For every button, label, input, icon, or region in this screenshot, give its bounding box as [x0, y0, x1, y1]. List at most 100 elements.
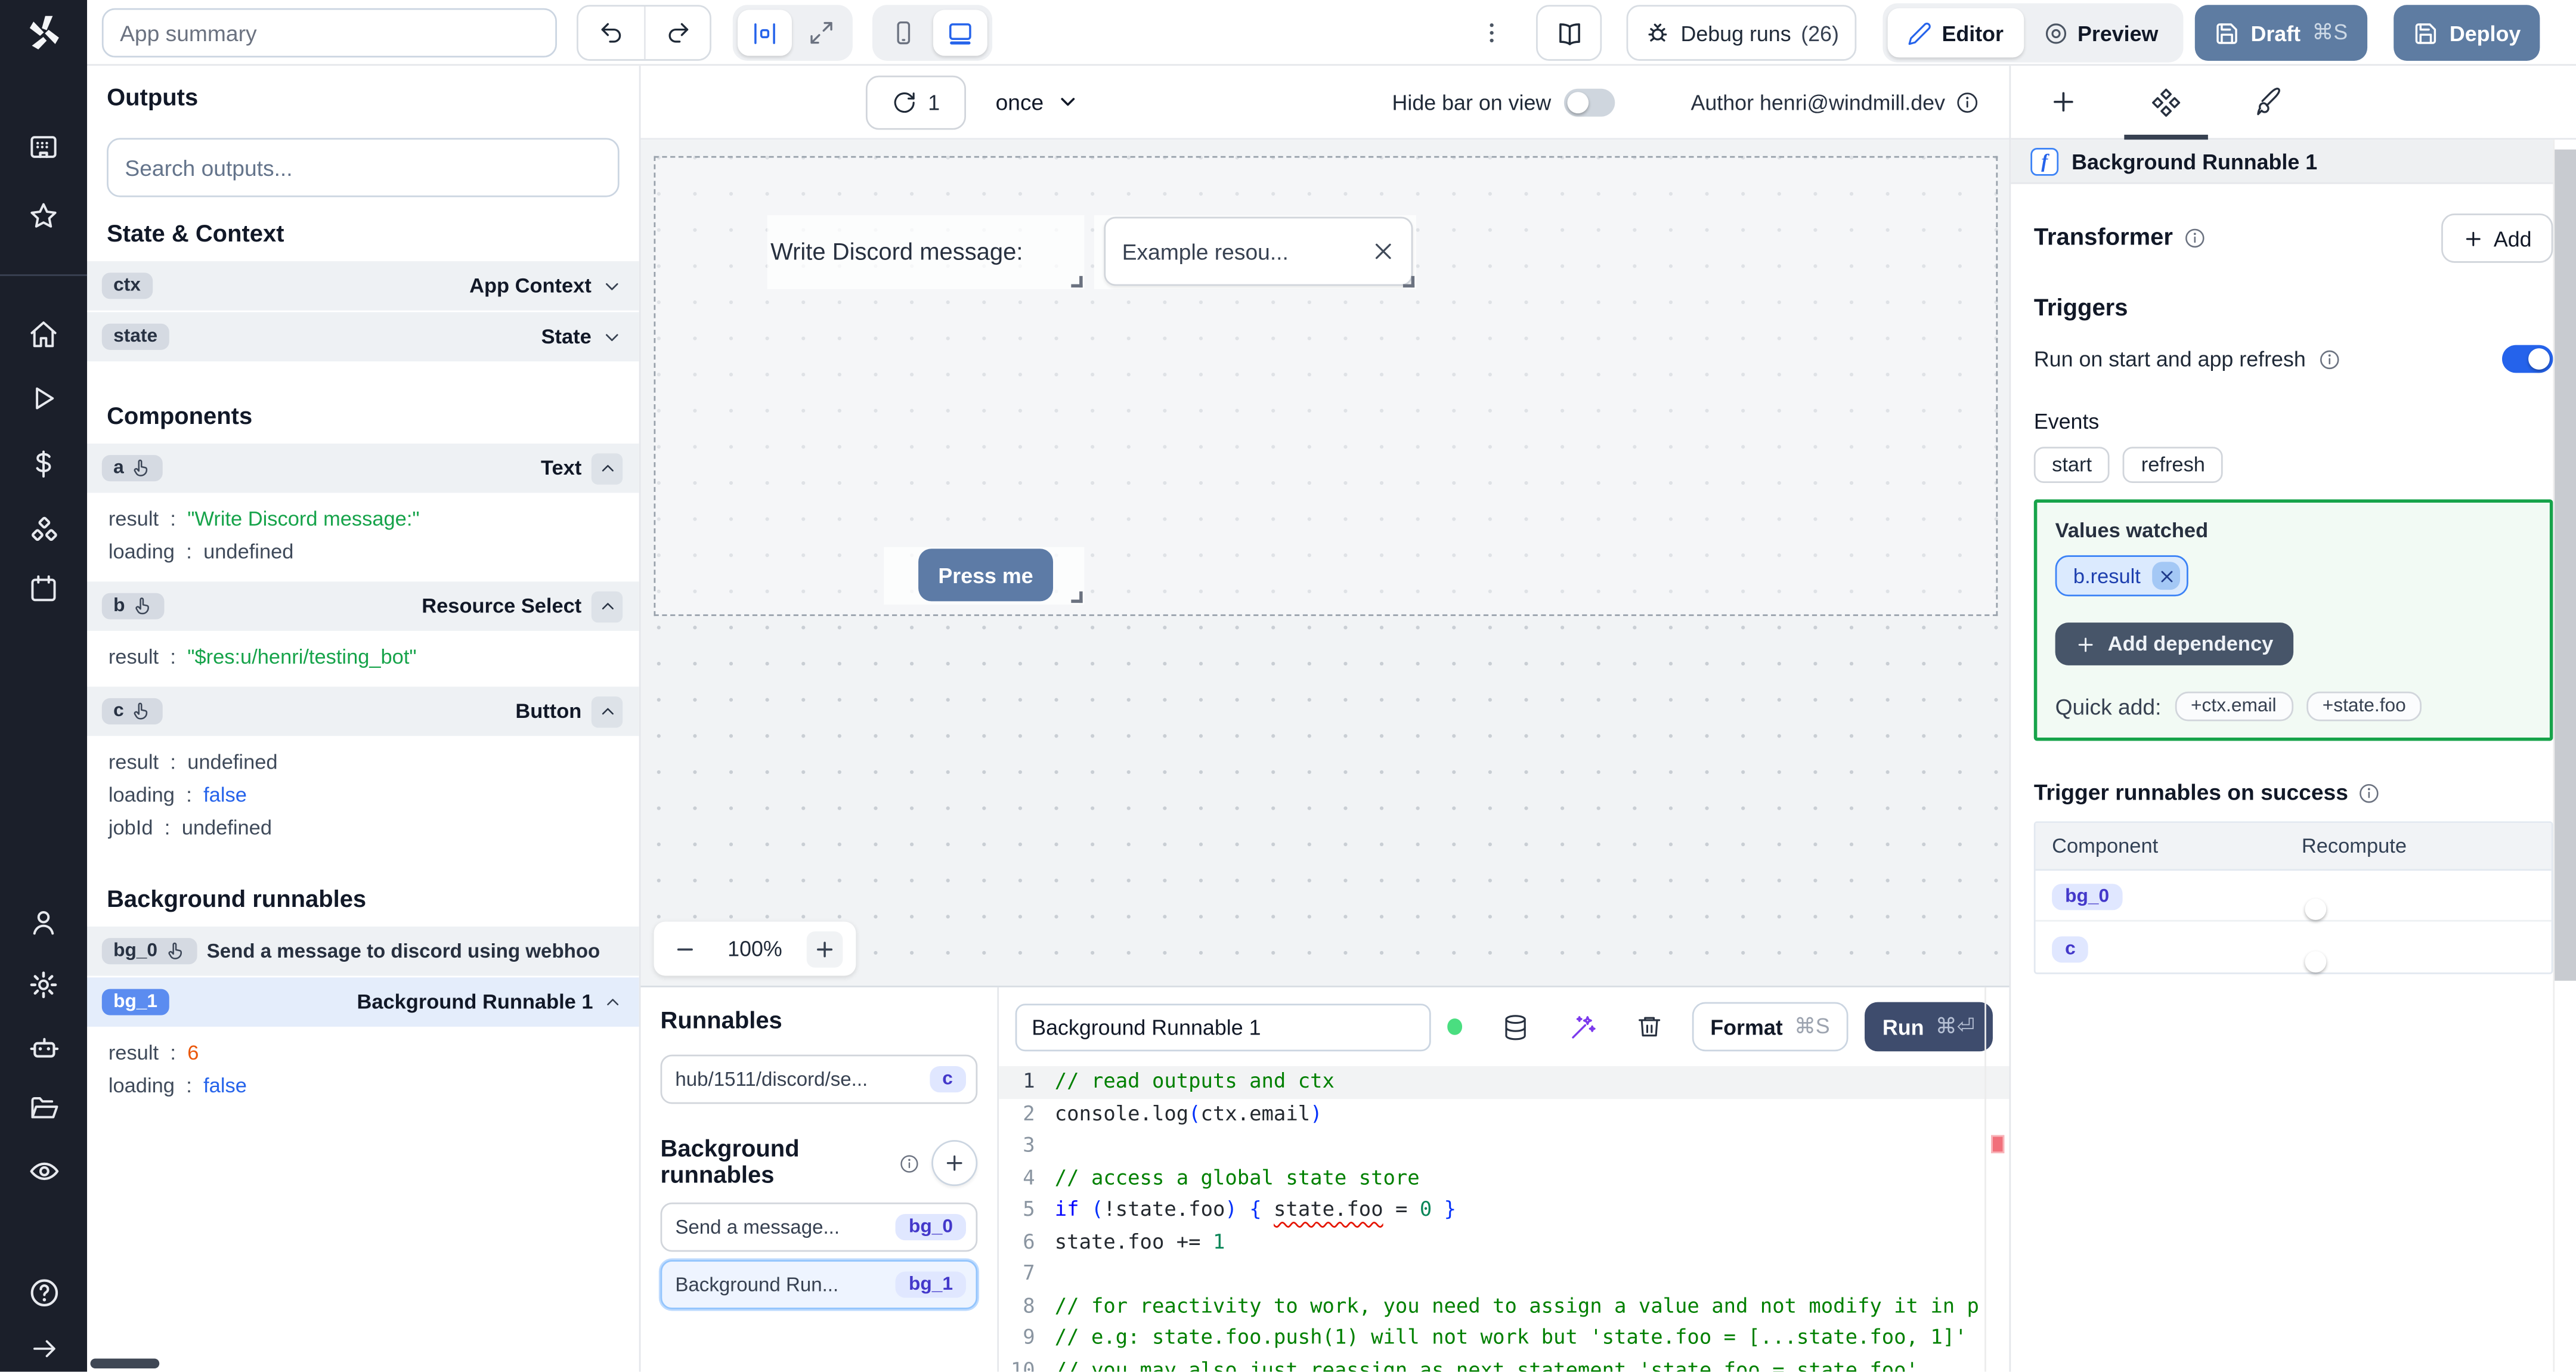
- resize-handle[interactable]: [1071, 591, 1083, 603]
- code-line[interactable]: 2 console.log(ctx.email): [999, 1098, 2009, 1131]
- component-row-a[interactable]: a Text: [87, 443, 639, 493]
- hub-runnable-item[interactable]: hub/1511/discord/se... c: [660, 1054, 978, 1104]
- draft-button[interactable]: Draft ⌘S: [2194, 5, 2368, 61]
- event-chip-start[interactable]: start: [2033, 447, 2110, 483]
- user-icon[interactable]: [0, 907, 87, 938]
- button-component-wrapper[interactable]: Press me: [884, 547, 1085, 605]
- zoom-in-button[interactable]: [806, 930, 843, 967]
- component-row-c[interactable]: c Button: [87, 686, 639, 736]
- runnable-name-input[interactable]: [1015, 1002, 1431, 1051]
- collapse-arrow-icon[interactable]: [0, 1334, 87, 1364]
- tab-preview[interactable]: Preview: [2023, 8, 2178, 58]
- text-component[interactable]: Write Discord message:: [767, 215, 1085, 289]
- quick-add-ctx-email[interactable]: +ctx.email: [2174, 691, 2293, 721]
- windmill-logo[interactable]: [0, 11, 87, 54]
- code-line[interactable]: 5 if (!state.foo) { state.foo = 0 }: [999, 1194, 2009, 1227]
- event-chip-refresh[interactable]: refresh: [2123, 447, 2224, 483]
- outputs-horizontal-scrollbar[interactable]: [90, 1358, 160, 1368]
- code-lines[interactable]: 1// read outputs and ctx 2 console.log(ctx…: [999, 1066, 2010, 1372]
- code-line[interactable]: 8// for reactivity to work, you need to …: [999, 1290, 2009, 1323]
- info-icon[interactable]: [2358, 781, 2381, 804]
- tab-styling-brush[interactable]: [2218, 66, 2321, 138]
- audit-eye-icon[interactable]: [0, 1155, 87, 1188]
- bg1-row[interactable]: bg_1 Background Runnable 1: [87, 977, 639, 1027]
- resource-select-component[interactable]: Example resou...: [1104, 216, 1413, 286]
- info-icon[interactable]: [2182, 227, 2206, 250]
- redo-button[interactable]: [643, 7, 710, 60]
- chevron-down-icon[interactable]: [601, 275, 623, 296]
- home-icon[interactable]: [0, 318, 87, 349]
- ai-wand-icon[interactable]: [1569, 1013, 1597, 1041]
- chevron-up-icon[interactable]: [591, 453, 623, 484]
- row-bg0-chip[interactable]: bg_0: [2052, 884, 2123, 910]
- chevron-up-icon[interactable]: [591, 695, 623, 727]
- code-line[interactable]: 7: [999, 1258, 2009, 1290]
- app-window-icon[interactable]: [0, 131, 87, 162]
- search-outputs-input[interactable]: [107, 138, 620, 197]
- add-background-runnable-button[interactable]: [931, 1140, 978, 1187]
- undo-button[interactable]: [578, 7, 644, 59]
- resize-handle[interactable]: [1071, 275, 1083, 288]
- clear-x-icon[interactable]: [1372, 240, 1395, 263]
- code-line[interactable]: 6 state.foo += 1: [999, 1227, 2009, 1259]
- bg1-runnable-item-selected[interactable]: Background Run... bg_1: [660, 1260, 978, 1309]
- code-line[interactable]: 3: [999, 1131, 2009, 1163]
- resources-boxes-icon[interactable]: [0, 516, 87, 549]
- hide-bar-toggle[interactable]: [1564, 88, 1615, 116]
- ctx-row[interactable]: ctx App Context: [87, 261, 639, 311]
- tab-component-settings[interactable]: [2114, 66, 2218, 140]
- variables-dollar-icon[interactable]: [0, 448, 87, 479]
- code-line[interactable]: 4// access a global state store: [999, 1162, 2009, 1194]
- add-dependency-button[interactable]: Add dependency: [2055, 622, 2293, 665]
- design-canvas[interactable]: Write Discord message: Example resou... …: [640, 140, 2010, 986]
- row-c-chip[interactable]: c: [2052, 936, 2089, 962]
- more-options-kebab-icon[interactable]: [1477, 13, 1507, 52]
- workers-robot-icon[interactable]: [0, 1032, 87, 1064]
- refresh-interval-select[interactable]: once: [996, 89, 1080, 114]
- scrollbar-thumb[interactable]: [2555, 149, 2576, 981]
- cache-database-icon[interactable]: [1501, 1013, 1530, 1041]
- deploy-button[interactable]: Deploy: [2394, 5, 2541, 61]
- run-button[interactable]: Run ⌘⏎: [1864, 1002, 1993, 1052]
- quick-add-state-foo[interactable]: +state.foo: [2306, 691, 2423, 721]
- mobile-view-button[interactable]: [877, 10, 930, 56]
- chevron-up-icon[interactable]: [603, 992, 623, 1012]
- delete-trash-icon[interactable]: [1636, 1014, 1662, 1040]
- tab-editor[interactable]: Editor: [1887, 8, 2024, 58]
- desktop-view-button[interactable]: [933, 10, 987, 56]
- info-icon[interactable]: [899, 1153, 920, 1174]
- runs-play-icon[interactable]: [0, 383, 87, 414]
- format-button[interactable]: Format ⌘S: [1692, 1002, 1848, 1052]
- run-on-start-toggle[interactable]: [2502, 345, 2553, 373]
- fullscreen-button[interactable]: [795, 10, 847, 56]
- star-icon[interactable]: [0, 200, 87, 231]
- debug-runs-button[interactable]: Debug runs (26): [1626, 5, 1857, 61]
- folder-open-icon[interactable]: [0, 1092, 87, 1123]
- tab-insert-component[interactable]: [2011, 66, 2114, 138]
- app-summary-input[interactable]: [101, 8, 557, 58]
- press-me-button[interactable]: Press me: [918, 549, 1054, 602]
- code-line[interactable]: 10// you may also just reassign as next …: [999, 1355, 2009, 1371]
- window-scrollbar[interactable]: [2553, 140, 2576, 1372]
- bg0-row[interactable]: bg_0 Send a message to discord using web…: [87, 926, 639, 976]
- settings-gear-icon[interactable]: [0, 970, 87, 1001]
- component-row-b[interactable]: b Resource Select: [87, 581, 639, 631]
- code-line[interactable]: 1// read outputs and ctx: [999, 1066, 2010, 1098]
- add-transformer-button[interactable]: Add: [2441, 213, 2553, 263]
- refresh-count-button[interactable]: 1: [865, 75, 966, 129]
- center-canvas-button[interactable]: [738, 10, 792, 56]
- zoom-out-button[interactable]: [667, 931, 704, 967]
- remove-watched-x-icon[interactable]: [2152, 562, 2181, 590]
- schedules-calendar-icon[interactable]: [0, 574, 87, 605]
- bg0-runnable-item[interactable]: Send a message... bg_0: [660, 1202, 978, 1252]
- info-icon[interactable]: [2317, 348, 2340, 371]
- selected-component-band[interactable]: f Background Runnable 1: [2011, 140, 2576, 184]
- code-line[interactable]: 9// e.g: state.foo.push(1) will not work…: [999, 1323, 2009, 1355]
- help-icon[interactable]: [0, 1277, 87, 1309]
- chevron-down-icon[interactable]: [601, 326, 623, 348]
- resize-handle[interactable]: [1402, 275, 1415, 288]
- docs-book-button[interactable]: [1536, 5, 1602, 61]
- chevron-up-icon[interactable]: [591, 590, 623, 622]
- select-component-wrapper[interactable]: Example resou...: [1094, 215, 1416, 289]
- state-row[interactable]: state State: [87, 312, 639, 362]
